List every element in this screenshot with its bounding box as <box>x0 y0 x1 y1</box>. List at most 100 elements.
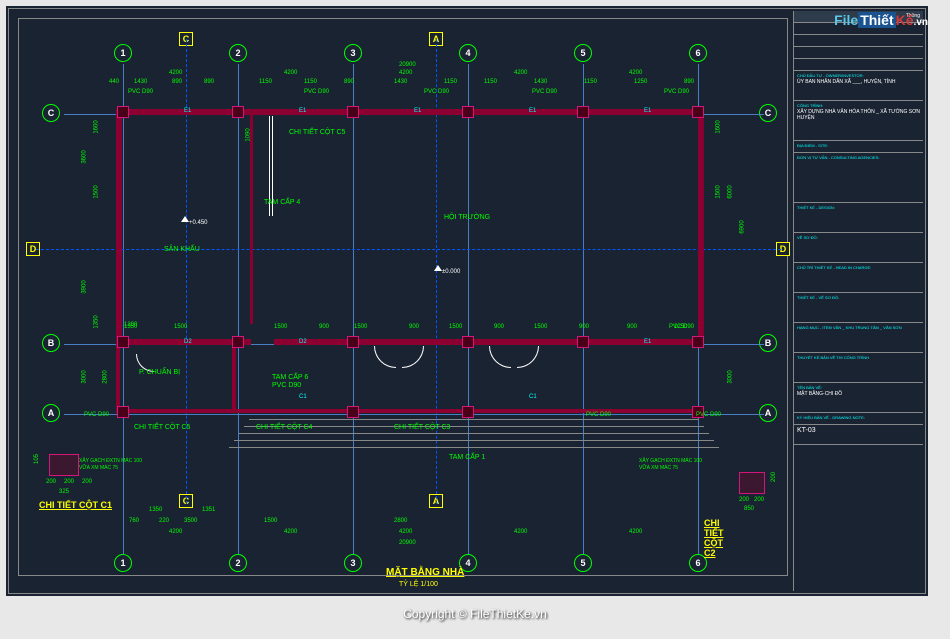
label-c1b: C1 <box>529 394 537 400</box>
dim-bs2: 3500 <box>184 518 197 524</box>
tb-dwg: MẶT BẰNG-CHI ĐỒ <box>797 391 842 397</box>
grid-bubble-5-top: 5 <box>574 44 592 62</box>
title-detail-c2: CHI TIẾT CỘT C2 <box>704 518 724 558</box>
label-pvc-9: PVC D90 <box>696 412 721 418</box>
step-1 <box>249 419 699 420</box>
dim-sh5: 1350 <box>94 315 100 328</box>
column-6C <box>692 106 704 118</box>
dim-sh0: 1600 <box>94 120 100 133</box>
detail-c2-box <box>739 472 765 494</box>
column-2B <box>232 336 244 348</box>
column-3B <box>347 336 359 348</box>
dim-s5: 1150 <box>304 79 317 85</box>
column-4B <box>462 336 474 348</box>
dim-h3: 3000 <box>82 370 88 383</box>
grid-bubble-B-right: B <box>759 334 777 352</box>
gridline-3 <box>353 64 354 554</box>
door-2b <box>517 346 539 368</box>
tb-proj-l: CÔNG TRÌNH: <box>797 103 823 108</box>
dim-s6: 890 <box>344 79 354 85</box>
gridline-A <box>64 414 764 415</box>
dim-sub-b11: 1500 <box>534 324 547 330</box>
label-detail-c4: CHI TIẾT CỘT C4 <box>256 424 312 431</box>
column-3A <box>347 406 359 418</box>
wall-south-2 <box>274 339 704 345</box>
gridline-5 <box>583 64 584 554</box>
dim-sub-b8b: 900 <box>409 324 419 330</box>
dim-sub-b7: 1500 <box>354 324 367 330</box>
title-detail-c1: CHI TIẾT CỘT C1 <box>39 500 112 510</box>
dim-h1: 3600 <box>82 150 88 163</box>
grid-bubble-6-top: 6 <box>689 44 707 62</box>
dim-total-width: 20900 <box>399 62 416 68</box>
dim-w1: 4200 <box>169 70 182 76</box>
wall-A-line <box>116 409 704 413</box>
dim-w5: 4200 <box>629 70 642 76</box>
dim-c1-105: 105 <box>34 454 40 464</box>
tb-loc-l: ĐỊA ĐIỂM - SITE: <box>797 143 828 148</box>
dim-bs0: 1350 <box>149 507 162 513</box>
watermark-logo: FileThiếtKế.vn <box>834 12 928 28</box>
dim-bw4: 4200 <box>514 529 527 535</box>
step-5 <box>229 447 719 448</box>
dim-w2: 4200 <box>284 70 297 76</box>
dim-h-right-3000: 3000 <box>728 370 734 383</box>
label-step6: TAM CẤP 6 <box>272 374 308 381</box>
column-4A <box>462 406 474 418</box>
dim-s8: 1150 <box>444 79 457 85</box>
dim-c2-850b: 200 <box>754 497 764 503</box>
tb-chk-l: CHỦ TRÌ THIẾT KẾ - HEAD IN CHARGE: <box>797 265 871 270</box>
dim-hr1: 1500 <box>716 185 722 198</box>
label-pvc-2: PVC D90 <box>304 89 329 95</box>
tb-des-l: THIẾT KẾ - DESIGN: <box>797 205 835 210</box>
dim-w3: 4200 <box>399 70 412 76</box>
wm-ke: Kế <box>896 12 914 28</box>
dim-c2-850c: 850 <box>744 506 754 512</box>
dim-s0: 440 <box>109 79 119 85</box>
wall-east <box>698 109 704 345</box>
tb-draft-l: VẼ SƠ ĐỒ: <box>797 235 818 240</box>
dim-sub-b10: 900 <box>494 324 504 330</box>
tb-sheet-l: KÝ HIỆU BẢN VẼ - DRAWING NOTE: <box>797 415 865 420</box>
dim-w4: 4200 <box>514 70 527 76</box>
label-c1-mortar: VỮA XM MÁC 75 <box>79 465 118 471</box>
dim-sub-b12: 900 <box>579 324 589 330</box>
dim-h-right-6000: 6000 <box>728 185 734 198</box>
label-pvc-5: PVC D90 <box>664 89 689 95</box>
dim-sub-b9: 1500 <box>449 324 462 330</box>
label-e1-1: E1 <box>184 108 191 114</box>
detail-c1-box <box>49 454 79 476</box>
grid-bubble-5-bot: 5 <box>574 554 592 572</box>
grid-bubble-C-right: C <box>759 104 777 122</box>
label-prep: P. CHUẨN BỊ <box>139 369 180 376</box>
column-1C <box>117 106 129 118</box>
column-6B <box>692 336 704 348</box>
label-step4: TAM CẤP 4 <box>264 199 300 206</box>
column-4C <box>462 106 474 118</box>
label-step1: TAM CẤP 1 <box>449 454 485 461</box>
elev-hall: ±0.000 <box>442 269 460 275</box>
label-detail-c5: CHI TIẾT CỘT C5 <box>289 129 345 136</box>
label-d2: D2 <box>299 339 307 345</box>
label-e1-b: E1 <box>644 339 651 345</box>
column-5C <box>577 106 589 118</box>
dim-sub-b5: 1500 <box>274 324 287 330</box>
label-pvc-3: PVC D90 <box>424 89 449 95</box>
label-detail-c3: CHI TIẾT CỘT C3 <box>394 424 450 431</box>
column-1B <box>117 336 129 348</box>
dim-s12: 1250 <box>634 79 647 85</box>
wall-west <box>116 109 122 345</box>
step-3 <box>239 433 709 434</box>
label-c1-brick: XÂY GẠCH ĐXTN MÁC 100 <box>79 458 142 464</box>
section-line-D <box>36 249 781 250</box>
label-detail-c5b: CHI TIẾT CỘT C5 <box>134 424 190 431</box>
grid-bubble-A-left: A <box>42 404 60 422</box>
label-e1-3: E1 <box>414 108 421 114</box>
label-e1-2: E1 <box>299 108 306 114</box>
dim-s1: 1430 <box>134 79 147 85</box>
dim-h-right-6900: 6900 <box>740 220 746 233</box>
label-pvc-mid: PVC D90 <box>272 382 301 389</box>
dim-sub-b2: 1500 <box>174 324 187 330</box>
tb-dir-l: THIẾT KẾ - VẼ SƠ ĐỒ: <box>797 295 839 300</box>
dim-c1-200a: 200 <box>46 479 56 485</box>
